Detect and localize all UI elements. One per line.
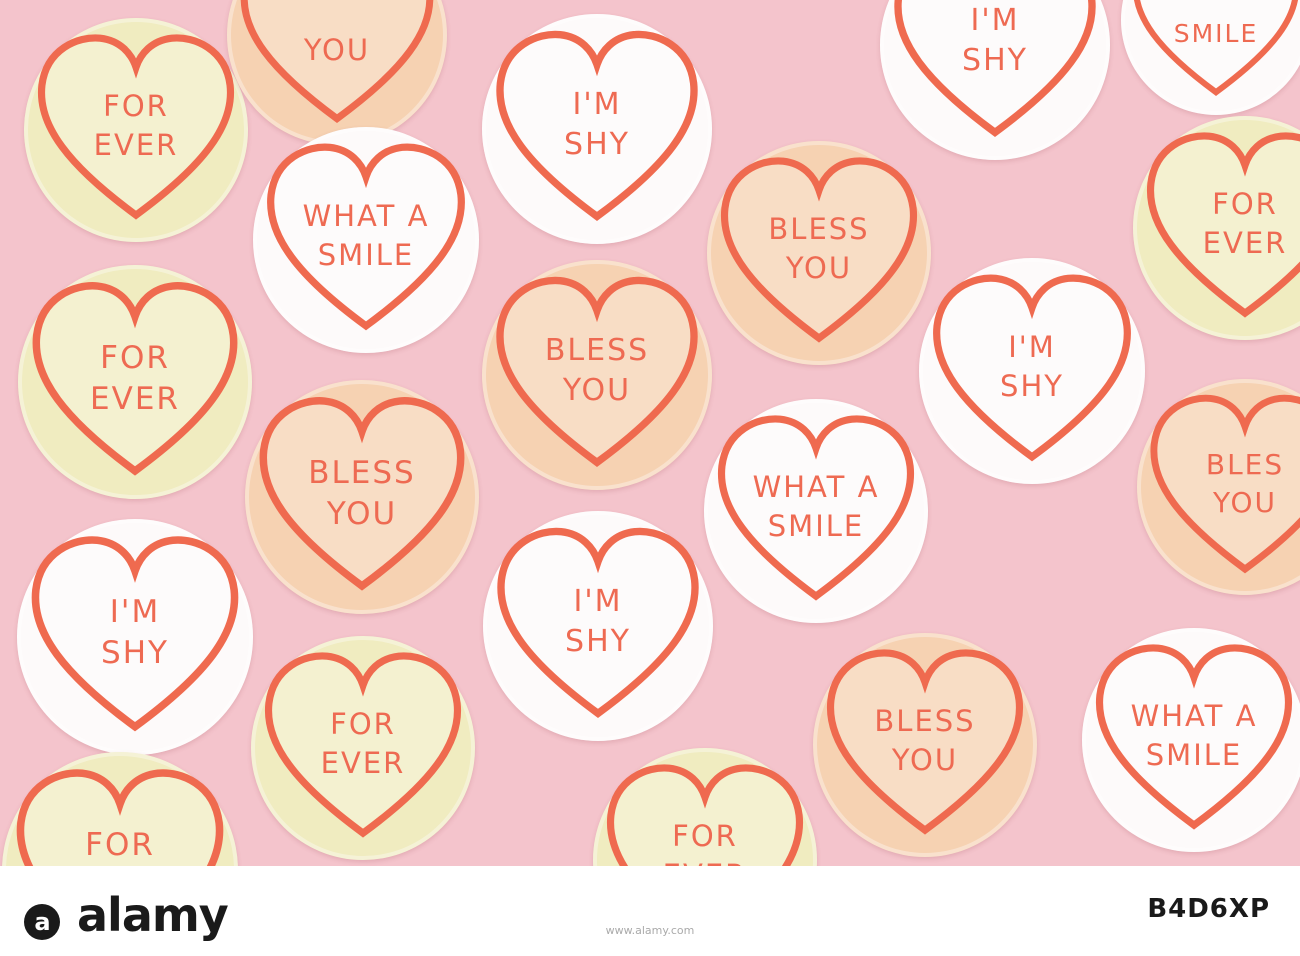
candy-message: FOR EVER — [18, 338, 252, 420]
candy-message-line2: SHY — [101, 635, 169, 671]
candy-message-line2: EVER — [593, 856, 817, 866]
candy-message-line2: SHY — [565, 624, 631, 659]
candy-message-line1: BLESS — [544, 333, 650, 368]
candy-message-line1: I'M — [573, 584, 623, 619]
candy-message: I'M SHY — [919, 328, 1145, 406]
candy-message-line2: YOU — [891, 743, 959, 777]
candy-message-line2: YOU — [785, 251, 853, 285]
candy-message: FOR EVER — [593, 817, 817, 866]
love-heart-sweet: WHAT A SMILE — [1082, 628, 1300, 852]
candy-message-line1: BLESS — [874, 704, 976, 738]
candy-message: FOR — [2, 825, 238, 866]
candy-message: I'M SHY — [880, 1, 1110, 81]
candy-message-line1: FOR — [330, 707, 396, 741]
love-heart-sweet: I'M SHY — [17, 519, 253, 755]
candy-message-line1: BLESS — [308, 455, 416, 491]
candy-message: BLES YOU — [1137, 446, 1300, 522]
candy-message-line1: FOR — [1212, 187, 1278, 221]
candy-message-line2: YOU — [326, 496, 398, 532]
candy-message: WHAT A SMILE — [704, 468, 928, 546]
candy-message-line2: YOU — [562, 373, 632, 408]
candy-message-line1: I'M — [970, 3, 1020, 38]
love-heart-sweet: I'M SHY — [483, 511, 713, 741]
love-heart-sweet: I'M SHY — [919, 258, 1145, 484]
candy-message-line2: EVER — [93, 128, 179, 162]
love-heart-sweet: YOU — [227, 0, 447, 145]
candy-message: WHAT A SMILE — [1082, 697, 1300, 775]
candy-message-line1: WHAT A — [302, 199, 430, 233]
love-heart-sweet: FOR EVER — [593, 748, 817, 866]
candy-message-line1: I'M — [109, 594, 161, 630]
candy-message-line2: SHY — [564, 127, 630, 162]
love-heart-sweet: FOR EVER — [18, 265, 252, 499]
candy-message-line1: BLES — [1205, 448, 1285, 481]
candy-message-line2: EVER — [1202, 226, 1288, 260]
candy-message: I'M SHY — [482, 85, 712, 165]
love-heart-sweet: BLESS YOU — [707, 141, 931, 365]
candy-message-line2: SMILE — [317, 238, 415, 272]
candy-message: FOR EVER — [1133, 185, 1300, 263]
candy-message-line2: YOU — [1212, 486, 1278, 519]
love-heart-sweet: BLESS YOU — [245, 380, 479, 614]
love-heart-sweet: FOR EVER — [1133, 116, 1300, 340]
candy-message-line1 — [1121, 0, 1300, 17]
candy-message-line1 — [227, 0, 447, 31]
candy-message-line2: EVER — [90, 381, 180, 417]
candy-message-line2: SMILE — [1145, 738, 1243, 772]
candy-message-line1: FOR — [103, 89, 169, 123]
candy-message: FOR EVER — [24, 87, 248, 165]
candy-message-line1: WHAT A — [1130, 699, 1258, 733]
love-heart-sweet: FOR EVER — [24, 18, 248, 242]
candy-message: WHAT A SMILE — [253, 197, 479, 275]
candy-message: BLESS YOU — [482, 331, 712, 411]
candy-message: FOR EVER — [251, 705, 475, 783]
love-heart-sweet: SMILE — [1121, 0, 1300, 115]
love-heart-sweet: WHAT A SMILE — [704, 399, 928, 623]
watermark-url: www.alamy.com — [605, 924, 695, 937]
love-heart-sweet: FOR — [2, 752, 238, 866]
candy-message: YOU — [227, 0, 447, 69]
love-heart-sweet: I'M SHY — [482, 14, 712, 244]
candy-message-line2: SMILE — [767, 509, 865, 543]
love-heart-sweet: FOR EVER — [251, 636, 475, 860]
candy-message-line1: I'M — [1008, 330, 1056, 364]
candy-message: BLESS YOU — [245, 453, 479, 535]
love-heart-sweet: BLESS YOU — [482, 260, 712, 490]
candy-message: BLESS YOU — [813, 702, 1037, 780]
love-heart-sweet: BLESS YOU — [813, 633, 1037, 857]
candy-message-line1: FOR — [100, 340, 170, 376]
watermark-bar: a alamy B4D6XP www.alamy.com — [0, 866, 1300, 956]
candy-message-line2: SMILE — [1173, 19, 1259, 48]
candy-message-line1: WHAT A — [752, 470, 880, 504]
candy-message: SMILE — [1121, 0, 1300, 50]
love-heart-sweet: I'M SHY — [880, 0, 1110, 160]
candy-message: I'M SHY — [17, 592, 253, 674]
candy-message-line1: FOR — [672, 819, 738, 853]
candy-photo: FOR EVER YOU I'M SHY I'M SHY SMILE WHAT A SMILE… — [0, 0, 1300, 866]
candy-message-line2: YOU — [303, 33, 371, 67]
candy-message: I'M SHY — [483, 582, 713, 662]
candy-message-line2: EVER — [320, 746, 406, 780]
candy-message-line2: SHY — [962, 43, 1028, 78]
candy-message: BLESS YOU — [707, 210, 931, 288]
candy-message-line1: BLESS — [768, 212, 870, 246]
image-code: B4D6XP — [1147, 894, 1270, 924]
candy-message-line1: FOR — [85, 827, 155, 863]
candy-message-line1: I'M — [572, 87, 622, 122]
love-heart-sweet: WHAT A SMILE — [253, 127, 479, 353]
love-heart-sweet: BLES YOU — [1137, 379, 1300, 595]
candy-message-line2: SHY — [1000, 369, 1064, 403]
